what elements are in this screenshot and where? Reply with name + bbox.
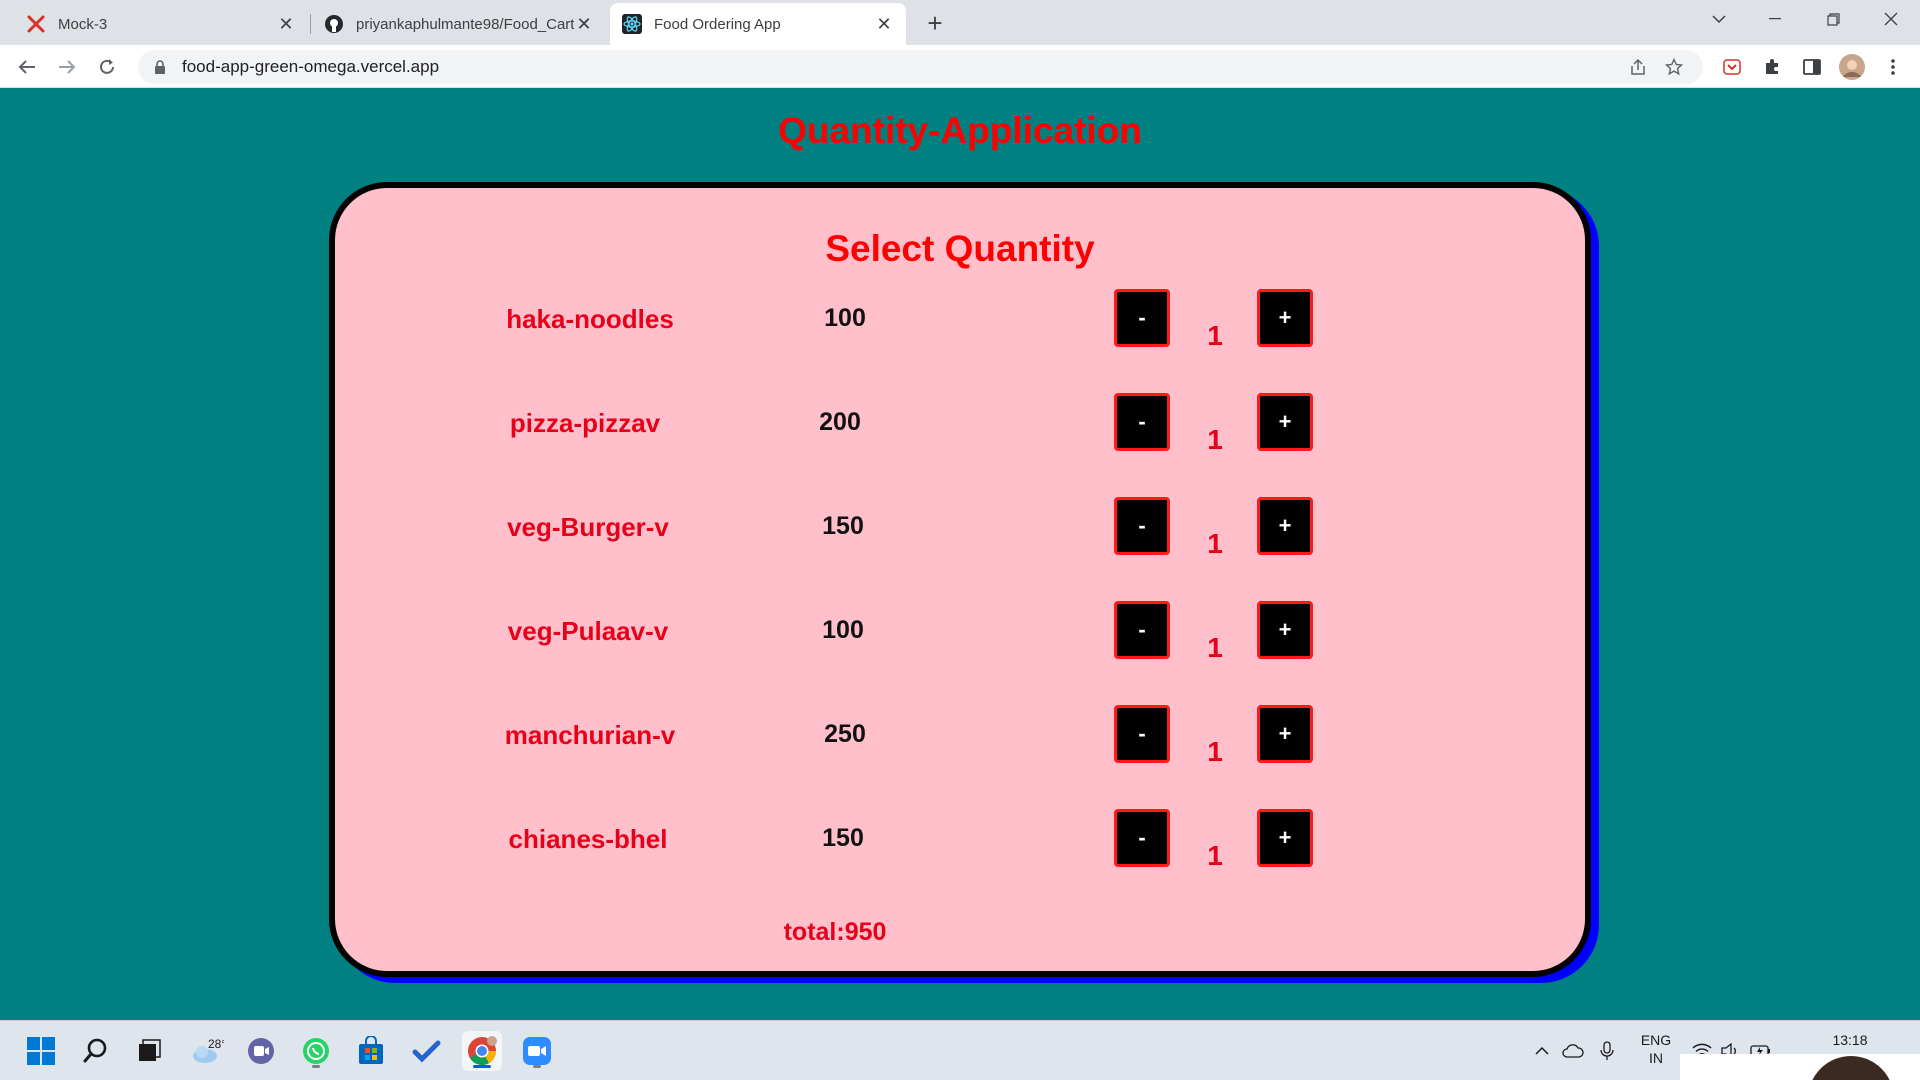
- url-text: food-app-green-omega.vercel.app: [182, 57, 440, 76]
- language-code: ENG: [1640, 1032, 1672, 1048]
- item-name: veg-Pulaav-v: [507, 616, 669, 646]
- browser-toolbar: food-app-green-omega.vercel.app: [0, 45, 1920, 88]
- app-title: Quantity-Application: [778, 110, 1142, 151]
- quantity-value: 1: [1207, 840, 1223, 871]
- decrement-button[interactable]: -: [1114, 289, 1170, 347]
- reload-icon[interactable]: [92, 52, 122, 82]
- item-price: 100: [822, 616, 864, 644]
- item-name: haka-noodles: [506, 304, 674, 334]
- quantity-value: 1: [1207, 632, 1223, 663]
- item-name: pizza-pizzav: [509, 408, 661, 438]
- item-price: 250: [824, 720, 866, 748]
- back-arrow-icon[interactable]: [12, 52, 42, 82]
- clock-time: 13:18: [1832, 1032, 1868, 1048]
- webcam-person-image: [1808, 1056, 1894, 1080]
- system-clock[interactable]: 13:18: [1810, 1031, 1890, 1049]
- item-name: manchurian-v: [504, 720, 676, 750]
- decrement-button[interactable]: -: [1114, 393, 1170, 451]
- increment-button[interactable]: +: [1257, 497, 1313, 555]
- tab-separator: [310, 14, 311, 34]
- list-item: chianes-bhel 150 - 1 +: [335, 809, 1585, 884]
- teams-chat-icon[interactable]: [241, 1031, 281, 1071]
- tab-title: priyankaphulmante98/Food_Cart: [356, 15, 574, 33]
- taskbar: 28° ENG IN 13:18 23: [0, 1020, 1920, 1080]
- quantity-card: Select Quantity haka-noodles 100 - 1 + p…: [329, 182, 1591, 977]
- zoom-icon[interactable]: [517, 1031, 557, 1071]
- quantity-value: 1: [1207, 736, 1223, 767]
- list-item: veg-Pulaav-v 100 - 1 +: [335, 601, 1585, 676]
- forward-arrow-icon[interactable]: [52, 52, 82, 82]
- total-label: total:950: [783, 918, 887, 946]
- increment-button[interactable]: +: [1257, 393, 1313, 451]
- address-bar[interactable]: food-app-green-omega.vercel.app: [138, 50, 1703, 84]
- increment-button[interactable]: +: [1257, 705, 1313, 763]
- language-indicator[interactable]: ENG IN: [1636, 1031, 1676, 1067]
- tab-search-chevron-icon[interactable]: [1696, 4, 1742, 34]
- increment-button[interactable]: +: [1257, 289, 1313, 347]
- list-item: haka-noodles 100 - 1 +: [335, 289, 1585, 364]
- running-indicator: [533, 1065, 541, 1068]
- close-icon[interactable]: ✕: [574, 14, 594, 34]
- new-tab-button[interactable]: +: [920, 8, 950, 38]
- list-item: pizza-pizzav 200 - 1 +: [335, 393, 1585, 468]
- increment-button[interactable]: +: [1257, 809, 1313, 867]
- item-price: 100: [824, 304, 866, 332]
- list-item: manchurian-v 250 - 1 +: [335, 705, 1585, 780]
- decrement-button[interactable]: -: [1114, 601, 1170, 659]
- weather-temp: 28°: [208, 1037, 224, 1051]
- microsoft-store-icon[interactable]: [351, 1031, 391, 1071]
- windows-start-icon[interactable]: [21, 1031, 61, 1071]
- running-indicator: [473, 1065, 491, 1068]
- share-icon[interactable]: [1629, 58, 1647, 76]
- list-item: veg-Burger-v 150 - 1 +: [335, 497, 1585, 572]
- item-name: veg-Burger-v: [507, 512, 669, 542]
- close-window-icon[interactable]: [1868, 4, 1914, 34]
- running-indicator: [312, 1065, 320, 1068]
- bookmark-star-icon[interactable]: [1665, 58, 1683, 76]
- extensions-puzzle-icon[interactable]: [1757, 52, 1787, 82]
- extension-pocket-icon[interactable]: [1717, 52, 1747, 82]
- show-hidden-icons-chevron[interactable]: [1534, 1021, 1550, 1080]
- browser-tabstrip: Mock-3 ✕ priyankaphulmante98/Food_Cart ✕…: [0, 0, 1920, 45]
- page-viewport: Quantity-Application Select Quantity hak…: [0, 88, 1920, 1020]
- tab-mock-3[interactable]: Mock-3 ✕: [14, 3, 308, 45]
- quantity-value: 1: [1207, 320, 1223, 351]
- webcam-preview: [1680, 1054, 1920, 1080]
- chrome-icon[interactable]: [462, 1031, 502, 1071]
- increment-button[interactable]: +: [1257, 601, 1313, 659]
- side-panel-icon[interactable]: [1797, 52, 1827, 82]
- quantity-value: 1: [1207, 528, 1223, 559]
- tab-title: Food Ordering App: [654, 15, 781, 33]
- microphone-icon[interactable]: [1600, 1021, 1614, 1080]
- card-title: Select Quantity: [825, 228, 1095, 269]
- tab-github[interactable]: priyankaphulmante98/Food_Cart ✕: [312, 3, 606, 45]
- profile-avatar[interactable]: [1837, 52, 1867, 82]
- restore-icon[interactable]: [1810, 4, 1856, 34]
- region-code: IN: [1649, 1050, 1663, 1066]
- github-icon: [324, 14, 344, 34]
- minimize-icon[interactable]: [1752, 4, 1798, 34]
- quantity-value: 1: [1207, 424, 1223, 455]
- react-icon: [622, 14, 642, 34]
- todo-check-icon[interactable]: [406, 1031, 446, 1071]
- weather-widget-icon[interactable]: 28°: [187, 1031, 227, 1071]
- decrement-button[interactable]: -: [1114, 809, 1170, 867]
- search-icon[interactable]: [76, 1031, 116, 1071]
- tab-food-ordering-app[interactable]: Food Ordering App ✕: [610, 3, 906, 45]
- x-brand-icon: [26, 14, 46, 34]
- item-name: chianes-bhel: [508, 824, 668, 854]
- item-price: 150: [822, 512, 864, 540]
- whatsapp-icon[interactable]: [296, 1031, 336, 1071]
- tab-title: Mock-3: [58, 15, 108, 33]
- item-price: 200: [819, 408, 861, 436]
- menu-kebab-icon[interactable]: [1878, 52, 1908, 82]
- task-view-icon[interactable]: [129, 1031, 169, 1071]
- item-price: 150: [822, 824, 864, 852]
- close-icon[interactable]: ✕: [276, 14, 296, 34]
- decrement-button[interactable]: -: [1114, 497, 1170, 555]
- lock-icon[interactable]: [152, 59, 168, 75]
- close-icon[interactable]: ✕: [874, 14, 894, 34]
- onedrive-cloud-icon[interactable]: [1562, 1021, 1584, 1080]
- decrement-button[interactable]: -: [1114, 705, 1170, 763]
